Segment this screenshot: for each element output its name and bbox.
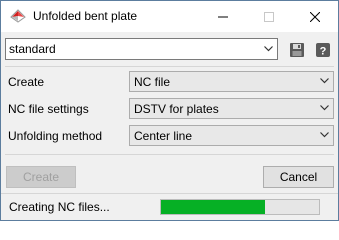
chevron-down-icon [264, 46, 273, 52]
create-dropdown[interactable]: NC file [129, 71, 334, 92]
title-bar[interactable]: Unfolded bent plate [1, 1, 338, 32]
nc-file-settings-value: DSTV for plates [134, 102, 219, 116]
unfolding-method-value: Center line [134, 129, 193, 143]
close-button[interactable] [292, 1, 338, 32]
preset-value: standard [9, 42, 56, 56]
help-icon[interactable]: ? [315, 42, 331, 58]
close-icon [310, 11, 320, 22]
unfolded-plate-app-icon [10, 9, 26, 23]
preset-combobox[interactable]: standard [5, 38, 278, 60]
maximize-button[interactable] [246, 1, 292, 32]
nc-file-settings-dropdown[interactable]: DSTV for plates [129, 98, 334, 119]
svg-text:?: ? [320, 46, 327, 58]
separator [5, 66, 334, 67]
window-title: Unfolded bent plate [33, 9, 138, 23]
create-dropdown-value: NC file [134, 75, 171, 89]
create-label: Create [8, 75, 45, 89]
chevron-down-icon [320, 105, 329, 111]
unfolding-method-dropdown[interactable]: Center line [129, 125, 334, 146]
create-button[interactable]: Create [6, 166, 76, 188]
status-bar: Creating NC files... [1, 193, 338, 220]
status-text: Creating NC files... [9, 200, 110, 214]
save-icon[interactable] [289, 42, 305, 58]
nc-file-settings-label: NC file settings [8, 102, 89, 116]
chevron-down-icon [320, 78, 329, 84]
progress-bar [160, 199, 320, 215]
unfolding-method-label: Unfolding method [8, 129, 103, 143]
chevron-down-icon [320, 132, 329, 138]
progress-fill [161, 200, 266, 214]
minimize-icon [218, 16, 228, 17]
maximize-icon [264, 11, 274, 22]
dialog-window: Unfolded bent plate standard ? Create NC… [0, 0, 339, 221]
cancel-button[interactable]: Cancel [263, 166, 334, 188]
separator [5, 154, 334, 155]
dialog-content: standard ? Create NC file NC file settin… [1, 32, 338, 220]
minimize-button[interactable] [200, 1, 246, 32]
